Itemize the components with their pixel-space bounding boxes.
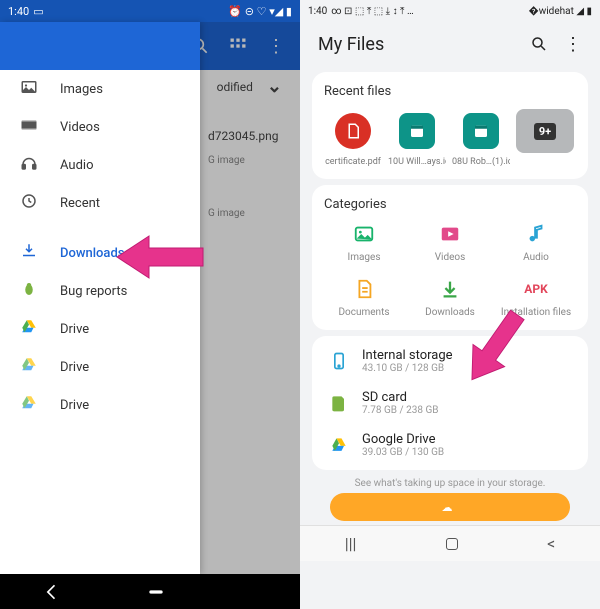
recent-file[interactable]: 9+ bbox=[516, 109, 574, 167]
storage-name: Internal storage bbox=[362, 348, 453, 363]
analyze-button[interactable]: ☁ bbox=[330, 493, 570, 521]
storage-tip: See what's taking up space in your stora… bbox=[300, 478, 600, 489]
categories-card: Categories Images Videos Audio Documents Dow… bbox=[312, 185, 588, 330]
status-time: 1:40 bbox=[308, 6, 327, 17]
video-icon bbox=[20, 116, 38, 138]
drawer-label: Bug reports bbox=[60, 284, 127, 299]
vid-icon bbox=[410, 222, 490, 246]
gd-icon bbox=[328, 434, 350, 456]
category-label: Installation files bbox=[496, 307, 576, 318]
image-icon bbox=[20, 78, 38, 100]
category-label: Documents bbox=[324, 307, 404, 318]
recent-icon bbox=[20, 192, 38, 214]
drawer-item-drive[interactable]: Drive bbox=[0, 310, 200, 348]
gdrive2-icon bbox=[20, 394, 38, 416]
storage-size: 43.10 GB / 128 GB bbox=[362, 363, 453, 374]
category-label: Videos bbox=[410, 252, 490, 263]
more-icon[interactable]: ⋮ bbox=[564, 35, 582, 53]
grid-view-icon[interactable] bbox=[228, 36, 248, 56]
drawer-item-recent[interactable]: Recent bbox=[0, 184, 200, 222]
notif-icon: ▭ bbox=[33, 5, 43, 18]
category-videos[interactable]: Videos bbox=[410, 222, 490, 263]
file-label: certificate.pdf bbox=[324, 157, 382, 167]
dl-icon bbox=[410, 277, 490, 301]
category-label: Audio bbox=[496, 252, 576, 263]
recent-file[interactable]: 10U Will…ays.ics bbox=[388, 109, 446, 167]
int-icon bbox=[328, 350, 350, 372]
apk-icon: APK bbox=[496, 277, 576, 301]
storage-sd-card[interactable]: SD card7.78 GB / 238 GB bbox=[324, 382, 576, 424]
more-icon[interactable]: ⋮ bbox=[266, 36, 286, 56]
drawer-label: Audio bbox=[60, 158, 93, 173]
category-images[interactable]: Images bbox=[324, 222, 404, 263]
storage-google-drive[interactable]: Google Drive39.03 GB / 130 GB bbox=[324, 424, 576, 466]
category-installation-files[interactable]: APK Installation files bbox=[496, 277, 576, 318]
back-button[interactable]: < bbox=[547, 534, 555, 553]
app-title: My Files bbox=[318, 34, 384, 55]
phone-left: 1:40▭ ⏰ ⊝ ♡ ▾◢ ▮ Files ⋮ odified⌄ d72304… bbox=[0, 0, 300, 609]
category-downloads[interactable]: Downloads bbox=[410, 277, 490, 318]
android-nav-bar bbox=[0, 574, 300, 609]
storage-card: Internal storage43.10 GB / 128 GBSD card… bbox=[312, 336, 588, 470]
drawer-label: Downloads bbox=[60, 246, 124, 261]
storage-size: 7.78 GB / 238 GB bbox=[362, 405, 439, 416]
section-title: Recent files bbox=[324, 84, 576, 99]
storage-name: SD card bbox=[362, 390, 439, 405]
drawer-item-drive[interactable]: Drive bbox=[0, 348, 200, 386]
storage-size: 39.03 GB / 130 GB bbox=[362, 447, 444, 458]
storage-name: Google Drive bbox=[362, 432, 444, 447]
aud-icon bbox=[496, 222, 576, 246]
section-title: Categories bbox=[324, 197, 576, 212]
nav-drawer: Images Videos Audio Recent Downloads Bug repo… bbox=[0, 22, 200, 574]
drawer-label: Drive bbox=[60, 322, 89, 337]
search-icon[interactable] bbox=[530, 35, 548, 53]
recents-button[interactable]: ||| bbox=[345, 534, 357, 553]
storage-internal-storage[interactable]: Internal storage43.10 GB / 128 GB bbox=[324, 340, 576, 382]
file-label: 10U Will…ays.ics bbox=[388, 157, 446, 167]
audio-icon bbox=[20, 154, 38, 176]
category-label: Downloads bbox=[410, 307, 490, 318]
download-icon bbox=[20, 242, 38, 264]
category-documents[interactable]: Documents bbox=[324, 277, 404, 318]
app-bar: My Files ⋮ bbox=[300, 22, 600, 66]
recent-files-card: Recent files certificate.pdf 10U Will…ays… bbox=[312, 72, 588, 179]
drawer-label: Images bbox=[60, 82, 103, 97]
sd-icon bbox=[328, 392, 350, 414]
recent-file[interactable]: 08U Rob…(1).ics bbox=[452, 109, 510, 167]
gdrive2-icon bbox=[20, 356, 38, 378]
home-button[interactable] bbox=[446, 538, 458, 550]
img-icon bbox=[324, 222, 404, 246]
status-bar: 1:40∞ ⊡ ⬚ ⤒ ⬚ ⤓ ↕ ⤒ … �widehat ◢ ▮ bbox=[300, 0, 600, 22]
drawer-label: Drive bbox=[60, 360, 89, 375]
status-bar: 1:40 ▭ ⏰ ⊝ ♡ ▾◢ ▮ bbox=[0, 0, 300, 22]
home-button[interactable] bbox=[146, 582, 166, 602]
drawer-item-bug-reports[interactable]: Bug reports bbox=[0, 272, 200, 310]
category-label: Images bbox=[324, 252, 404, 263]
drawer-item-videos[interactable]: Videos bbox=[0, 108, 200, 146]
file-label: 08U Rob…(1).ics bbox=[452, 157, 510, 167]
category-audio[interactable]: Audio bbox=[496, 222, 576, 263]
drawer-item-downloads[interactable]: Downloads bbox=[0, 234, 200, 272]
back-button[interactable] bbox=[42, 582, 62, 602]
drawer-label: Drive bbox=[60, 398, 89, 413]
drawer-label: Videos bbox=[60, 120, 100, 135]
gdrive-icon bbox=[20, 318, 38, 340]
doc-icon bbox=[324, 277, 404, 301]
drawer-item-images[interactable]: Images bbox=[0, 70, 200, 108]
phone-right: 1:40∞ ⊡ ⬚ ⤒ ⬚ ⤓ ↕ ⤒ … �widehat ◢ ▮ My Fi… bbox=[300, 0, 600, 609]
chevron-down-icon[interactable]: ⌄ bbox=[267, 76, 282, 97]
recent-file[interactable]: certificate.pdf bbox=[324, 109, 382, 167]
status-time: 1:40 bbox=[8, 5, 29, 18]
drawer-label: Recent bbox=[60, 196, 100, 211]
drawer-item-drive[interactable]: Drive bbox=[0, 386, 200, 424]
background-content: odified⌄ d723045.png G image G image bbox=[200, 70, 300, 225]
drawer-item-audio[interactable]: Audio bbox=[0, 146, 200, 184]
bug-icon bbox=[20, 280, 38, 302]
status-icons: ⏰ ⊝ ♡ ▾◢ ▮ bbox=[228, 5, 292, 18]
android-nav-bar: ||| < bbox=[300, 525, 600, 561]
